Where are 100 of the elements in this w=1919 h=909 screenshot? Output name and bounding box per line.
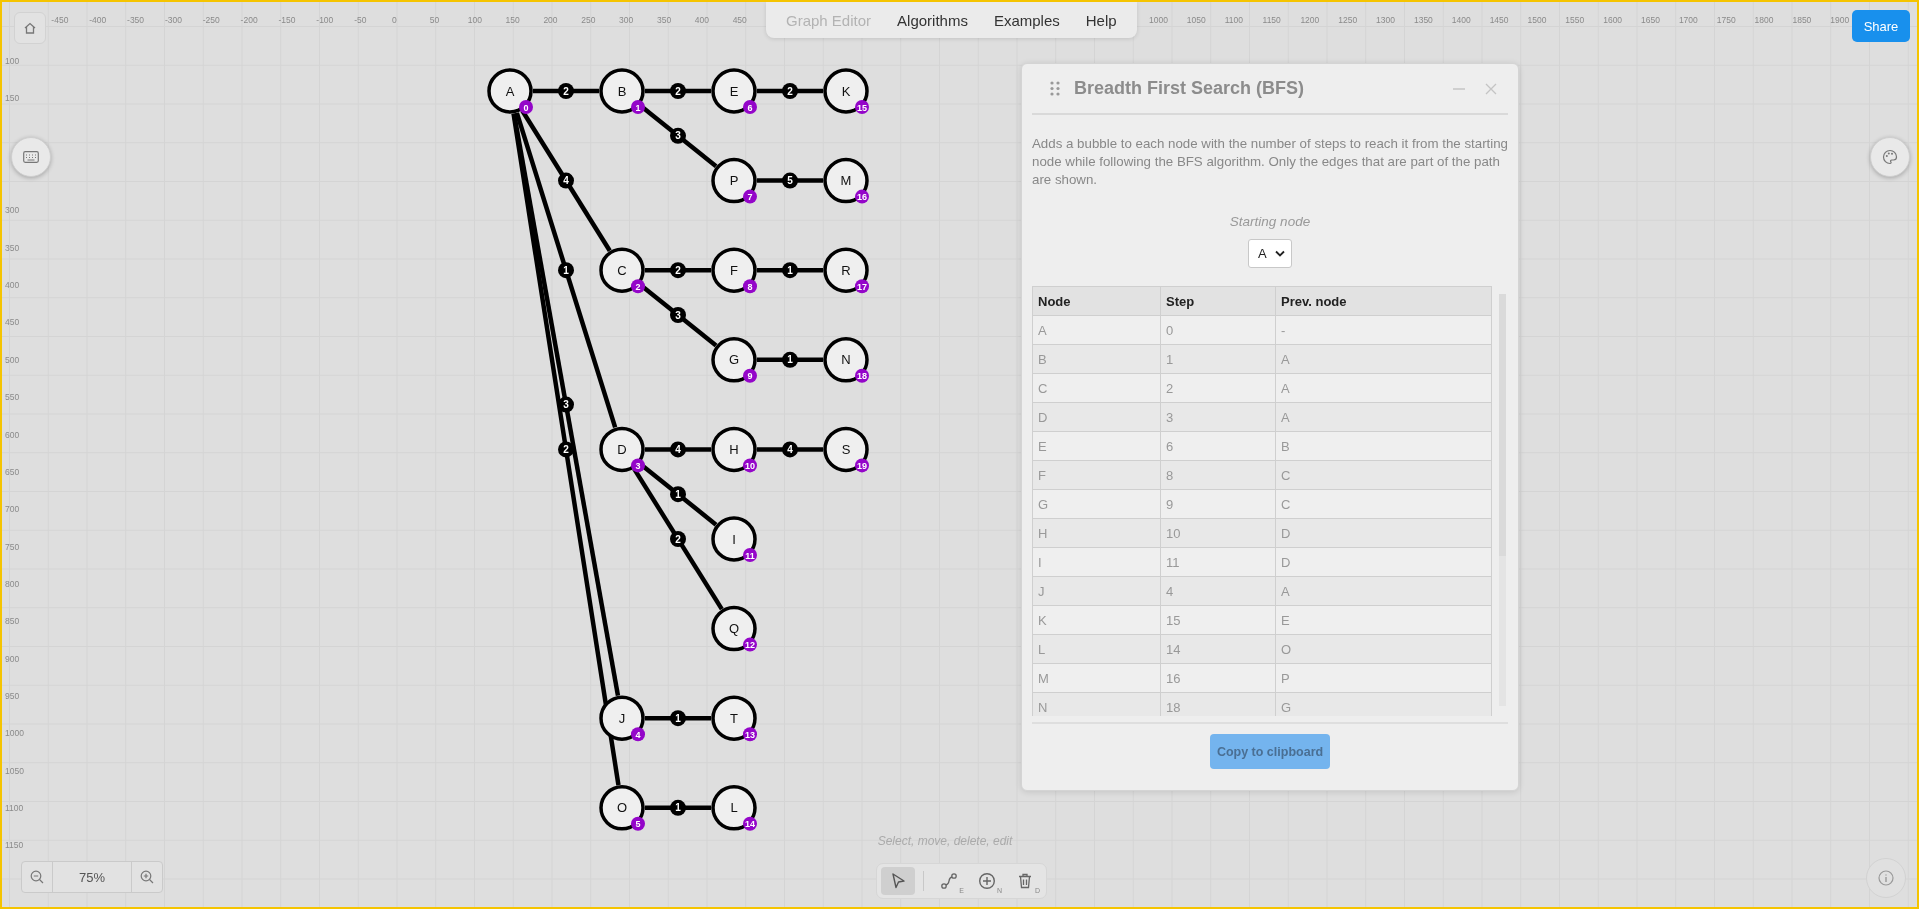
step-badge: 19 <box>855 458 869 473</box>
table-cell: 11 <box>1160 547 1276 577</box>
ruler-label: 1100 <box>1224 14 1243 26</box>
ruler-label: -300 <box>164 14 182 26</box>
ruler-label: 900 <box>5 652 20 665</box>
table-cell: C <box>1032 373 1161 403</box>
edge-weight: 1 <box>670 486 686 503</box>
ruler-label: 950 <box>5 689 20 702</box>
ruler-label: 200 <box>543 14 558 26</box>
ruler-label: 250 <box>581 14 596 26</box>
home-icon <box>23 21 37 35</box>
table-cell: A <box>1275 373 1492 403</box>
edge-weight: 1 <box>558 262 574 279</box>
ruler-label: 1150 <box>5 839 24 852</box>
table-cell: 2 <box>1160 373 1276 403</box>
starting-node-select[interactable]: A <box>1248 239 1292 268</box>
palette-button[interactable] <box>1870 137 1910 177</box>
ruler-label: -450 <box>51 14 69 26</box>
step-badge: 12 <box>743 637 757 652</box>
info-button[interactable] <box>1866 858 1906 898</box>
table-cell: N <box>1032 692 1161 716</box>
ruler-label: 1700 <box>1678 14 1698 26</box>
table-cell: L <box>1032 634 1161 664</box>
step-badge: 9 <box>743 368 757 383</box>
ruler-label: 100 <box>5 55 20 67</box>
table-cell: G <box>1275 692 1492 716</box>
ruler-label: 400 <box>5 279 20 292</box>
ruler-label: 400 <box>694 14 709 26</box>
edge-line <box>645 88 711 94</box>
panel-title: Breadth First Search (BFS) <box>1074 78 1305 99</box>
table-cell: A <box>1275 344 1492 374</box>
step-badge: 8 <box>743 279 757 294</box>
table-cell: 8 <box>1160 460 1276 490</box>
info-icon <box>1878 870 1894 886</box>
ruler-label: 350 <box>656 14 672 26</box>
edge-weight: 4 <box>670 441 686 458</box>
step-badge: 5 <box>631 816 645 831</box>
step-badge: 1 <box>631 100 645 114</box>
ruler-label: 850 <box>5 615 20 628</box>
edge-weight: 2 <box>782 83 798 99</box>
table-cell: A <box>1275 402 1492 432</box>
step-badge: 4 <box>631 727 645 742</box>
tool-button[interactable] <box>881 867 915 895</box>
table-cell: D <box>1275 518 1492 548</box>
edge-weight: 2 <box>558 83 574 99</box>
edge-line <box>645 715 711 721</box>
table-cell: 3 <box>1160 402 1276 432</box>
drag-handle-icon[interactable] <box>1050 81 1060 96</box>
table-cell: 0 <box>1160 315 1276 345</box>
ruler-label: 1400 <box>1451 14 1471 26</box>
ruler-label: 1000 <box>1149 14 1168 26</box>
table-cell: 9 <box>1160 489 1276 519</box>
ruler-label: 450 <box>5 316 20 329</box>
ruler-label: -50 <box>354 14 367 26</box>
table-cell: C <box>1275 460 1492 490</box>
table-cell: C <box>1275 489 1492 519</box>
table-cell: 14 <box>1160 634 1276 664</box>
step-badge: 6 <box>743 100 757 114</box>
table-cell: J <box>1032 576 1161 606</box>
ruler-label: 1850 <box>1792 14 1812 26</box>
ruler-label: 800 <box>5 577 20 590</box>
step-badge: 14 <box>743 816 757 831</box>
ruler-label: 700 <box>5 503 20 516</box>
ruler-label: 500 <box>5 353 20 366</box>
table-cell: 16 <box>1160 663 1276 693</box>
column-header: Node <box>1032 286 1161 316</box>
step-badge: 15 <box>855 100 869 114</box>
ruler-label: 1550 <box>1565 14 1585 26</box>
edge-weight: 2 <box>558 441 574 458</box>
table-cell: K <box>1032 605 1161 635</box>
ruler-label: 1500 <box>1527 14 1547 26</box>
keyboard-button[interactable] <box>11 137 51 177</box>
step-badge: 18 <box>855 368 869 383</box>
menu-item[interactable]: Help <box>1073 5 1129 35</box>
ruler-label: 1800 <box>1754 14 1774 26</box>
edge-weight: 2 <box>670 531 686 547</box>
table-cell: F <box>1032 460 1161 490</box>
edge-weight: 5 <box>782 172 798 189</box>
menu-item[interactable]: Examples <box>981 5 1072 35</box>
edge-weight: 3 <box>558 396 574 413</box>
ruler-label: 1100 <box>5 802 24 814</box>
table-cell: 1 <box>1160 344 1276 374</box>
ruler-label: 650 <box>5 465 20 478</box>
edge-line <box>757 88 823 94</box>
ruler-label: 750 <box>5 540 20 553</box>
home-button[interactable] <box>14 12 46 44</box>
keyboard-icon <box>23 151 39 163</box>
ruler-label: 300 <box>619 14 634 26</box>
ruler-label: 0 <box>392 14 397 26</box>
ruler-label: 1900 <box>1830 14 1850 26</box>
edge-weight: 4 <box>558 172 574 189</box>
edge-line <box>645 805 711 811</box>
edge-icon <box>940 872 958 890</box>
description-text: Adds a bubble to each node with the number of steps to reach it from the starting node while following the BFS algorithm. Only the edges that are part of the path are shown. <box>1032 135 1508 189</box>
step-badge: 16 <box>855 189 869 204</box>
edge-line <box>757 447 823 452</box>
ruler-label: 1300 <box>1376 14 1395 26</box>
table-cell: I <box>1032 547 1161 577</box>
ruler-label: 300 <box>5 204 20 217</box>
menu-item[interactable]: Algorithms <box>885 5 980 35</box>
